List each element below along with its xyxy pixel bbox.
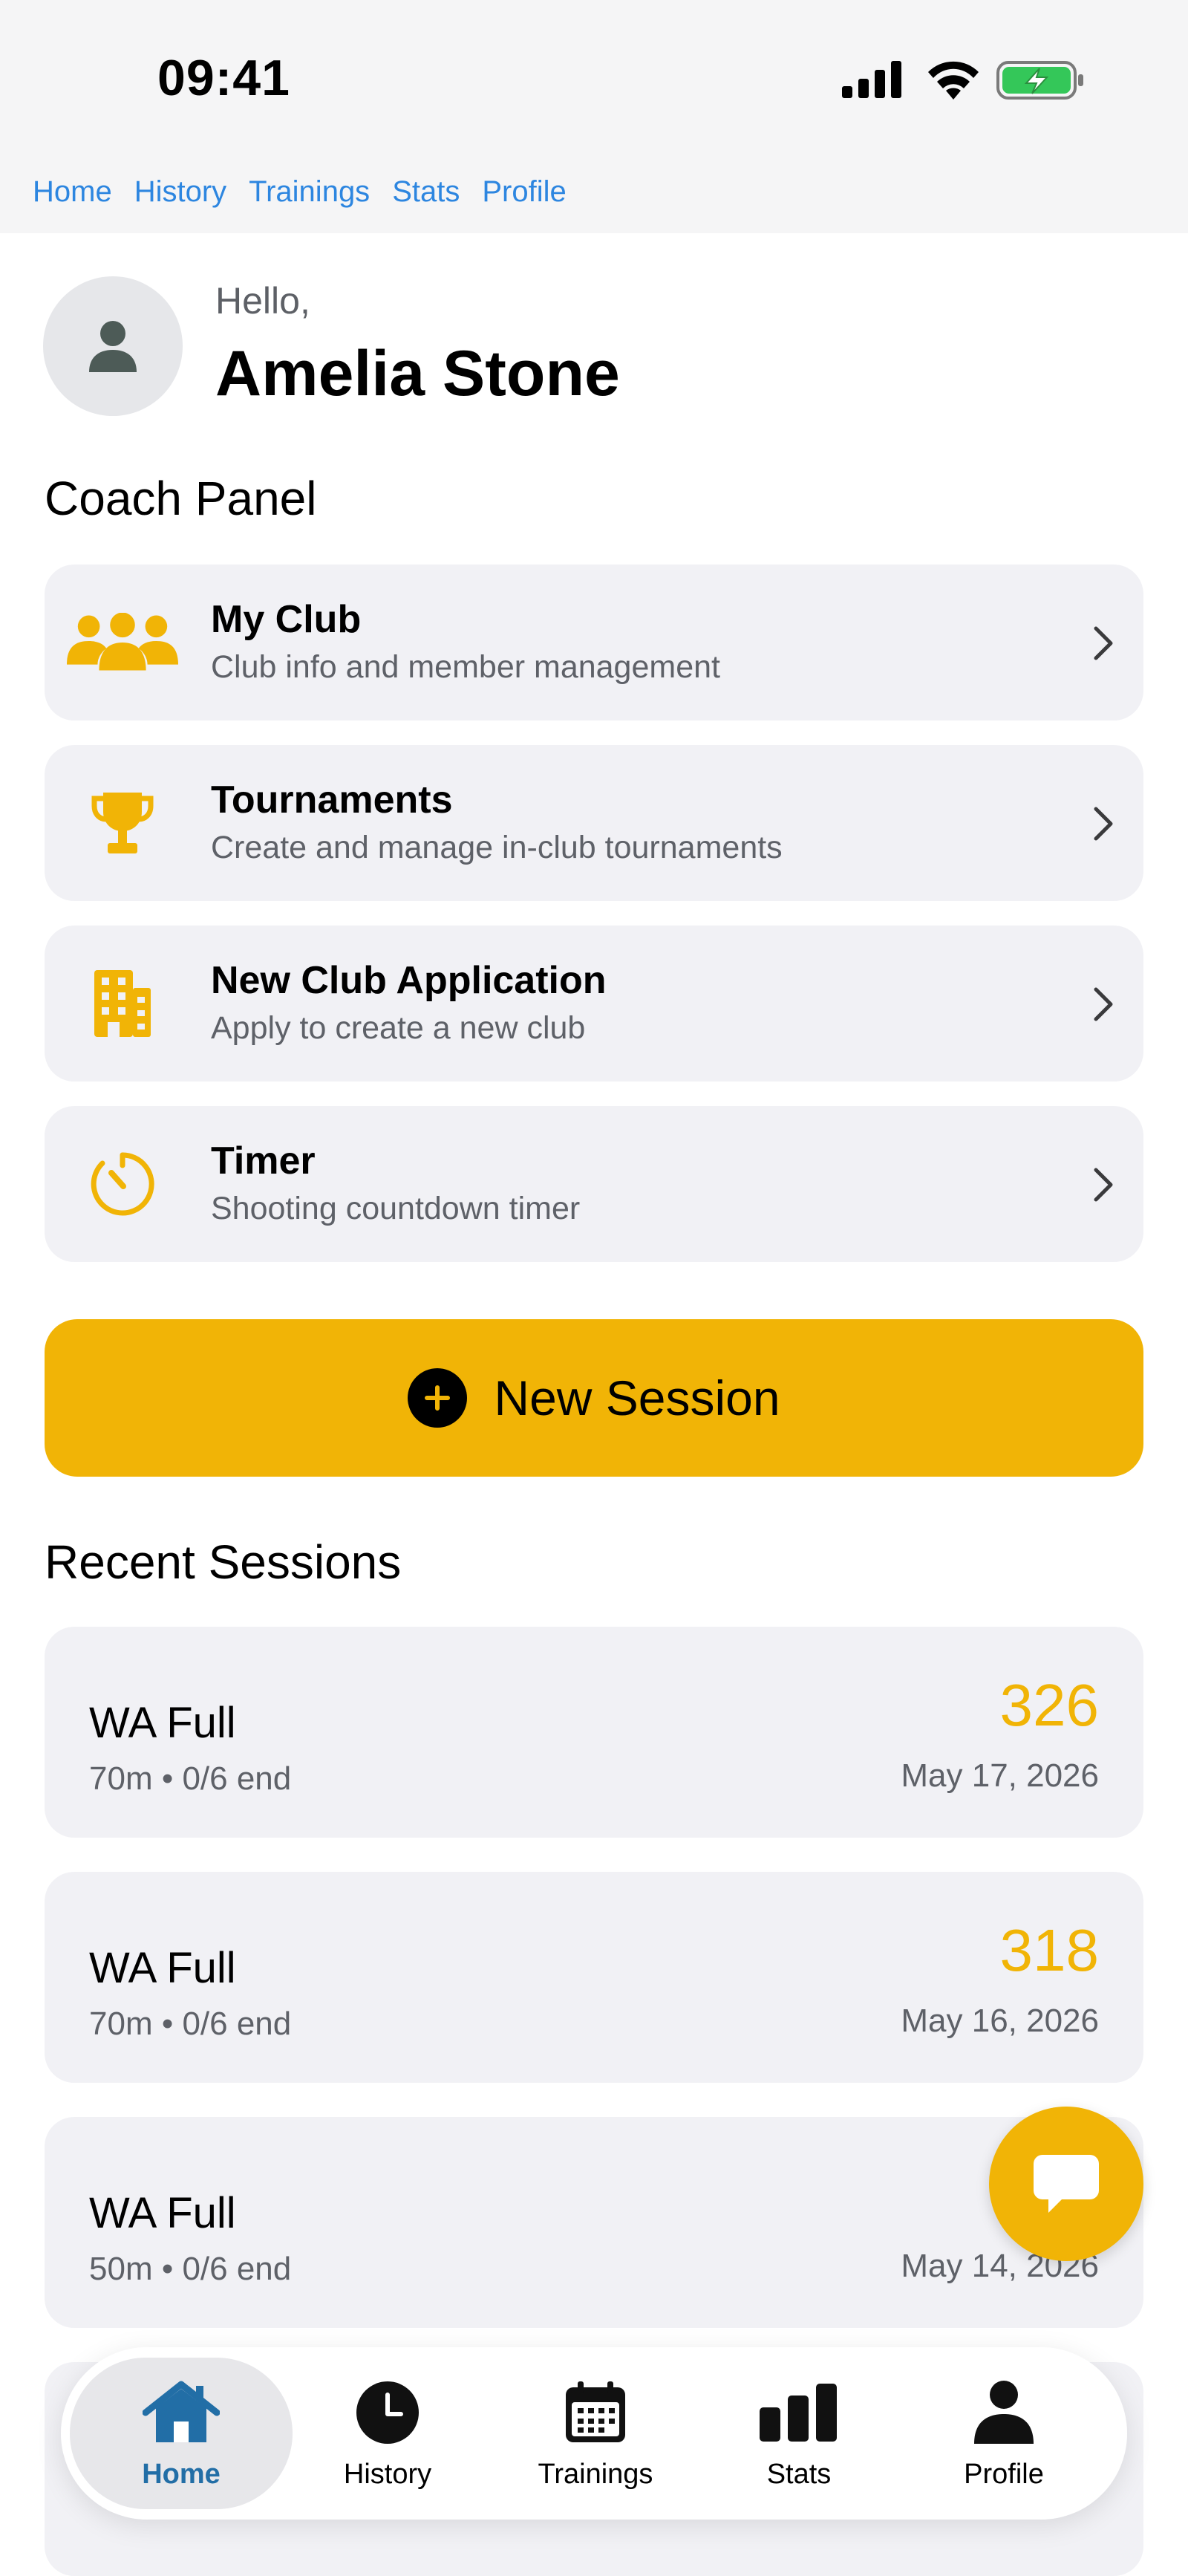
tab-label: Trainings: [538, 2459, 653, 2490]
bar-chart-icon: [758, 2375, 840, 2450]
session-card[interactable]: WA Full 70m • 0/6 end 326 May 17, 2026: [45, 1627, 1143, 1838]
tab-label: Stats: [766, 2459, 832, 2490]
person-avatar-icon: [89, 321, 137, 372]
person-icon: [963, 2375, 1045, 2450]
session-date: May 17, 2026: [901, 1757, 1099, 1794]
new-session-label: New Session: [494, 1370, 780, 1425]
menu-card-subtitle: Shooting countdown timer: [211, 1191, 581, 1226]
menu-card-title: New Club Application: [211, 959, 607, 1002]
nav-link-history[interactable]: History: [134, 175, 226, 209]
greeting-hello: Hello,: [215, 280, 310, 322]
menu-card-title: Tournaments: [211, 778, 453, 822]
chat-bubble-icon: [1034, 2155, 1099, 2213]
chevron-right-icon: [1094, 626, 1113, 660]
chevron-right-icon: [1094, 1168, 1113, 1202]
menu-card-subtitle: Create and manage in-club tournaments: [211, 830, 783, 865]
home-icon: [140, 2375, 222, 2450]
session-meta: 50m • 0/6 end: [89, 2251, 292, 2287]
session-date: May 16, 2026: [901, 2003, 1099, 2039]
menu-card-subtitle: Club info and member management: [211, 649, 720, 685]
building-icon: [67, 955, 178, 1052]
session-score: 326: [999, 1672, 1099, 1738]
top-area: 09:41 Home History Trainings Stats Profi…: [0, 0, 1188, 233]
menu-card-tournaments[interactable]: Tournaments Create and manage in-club to…: [45, 745, 1143, 901]
tab-home[interactable]: Home: [70, 2358, 293, 2509]
session-name: WA Full: [89, 2189, 236, 2237]
status-time: 09:41: [157, 50, 290, 106]
coach-panel-title: Coach Panel: [45, 472, 317, 525]
tab-label: Profile: [964, 2459, 1044, 2490]
user-name: Amelia Stone: [215, 338, 620, 409]
nav-link-trainings[interactable]: Trainings: [249, 175, 370, 209]
avatar[interactable]: [43, 276, 183, 416]
session-name: WA Full: [89, 1944, 236, 1992]
session-meta: 70m • 0/6 end: [89, 1760, 292, 1797]
menu-card-title: My Club: [211, 598, 362, 641]
plus-circle-icon: [408, 1368, 468, 1428]
new-session-button[interactable]: New Session: [45, 1319, 1143, 1477]
session-card[interactable]: WA Full 50m • 0/6 end May 14, 2026: [45, 2117, 1143, 2328]
chevron-right-icon: [1094, 987, 1113, 1021]
people-group-icon: [67, 594, 178, 691]
tab-profile[interactable]: Profile: [892, 2358, 1115, 2509]
tab-label: History: [343, 2459, 432, 2490]
bottom-tab-bar: Home History Trainings Stats Profile: [61, 2347, 1127, 2520]
tab-stats[interactable]: Stats: [688, 2358, 910, 2509]
tab-trainings[interactable]: Trainings: [484, 2358, 707, 2509]
calendar-icon: [555, 2375, 636, 2450]
tab-history[interactable]: History: [276, 2358, 499, 2509]
trophy-icon: [67, 775, 178, 871]
session-card[interactable]: WA Full 70m • 0/6 end 318 May 16, 2026: [45, 1872, 1143, 2083]
battery-charging-icon: [996, 61, 1083, 100]
clock-icon: [347, 2375, 428, 2450]
session-name: WA Full: [89, 1699, 236, 1747]
session-score: 318: [999, 1917, 1099, 1983]
menu-card-timer[interactable]: Timer Shooting countdown timer: [45, 1106, 1143, 1262]
top-link-nav: Home History Trainings Stats Profile: [33, 175, 567, 209]
nav-link-stats[interactable]: Stats: [392, 175, 460, 209]
menu-card-title: Timer: [211, 1139, 316, 1183]
nav-link-home[interactable]: Home: [33, 175, 112, 209]
nav-link-profile[interactable]: Profile: [482, 175, 566, 209]
wifi-icon: [928, 61, 979, 100]
status-icons: [842, 61, 1083, 100]
chevron-right-icon: [1094, 807, 1113, 841]
recent-sessions-title: Recent Sessions: [45, 1535, 402, 1589]
chat-button[interactable]: [989, 2107, 1143, 2261]
tab-label: Home: [142, 2459, 221, 2490]
timer-icon: [67, 1136, 178, 1232]
menu-card-new-club-application[interactable]: New Club Application Apply to create a n…: [45, 926, 1143, 1082]
menu-card-subtitle: Apply to create a new club: [211, 1010, 586, 1046]
session-meta: 70m • 0/6 end: [89, 2006, 292, 2042]
menu-card-my-club[interactable]: My Club Club info and member management: [45, 565, 1143, 721]
signal-icon: [842, 61, 901, 98]
